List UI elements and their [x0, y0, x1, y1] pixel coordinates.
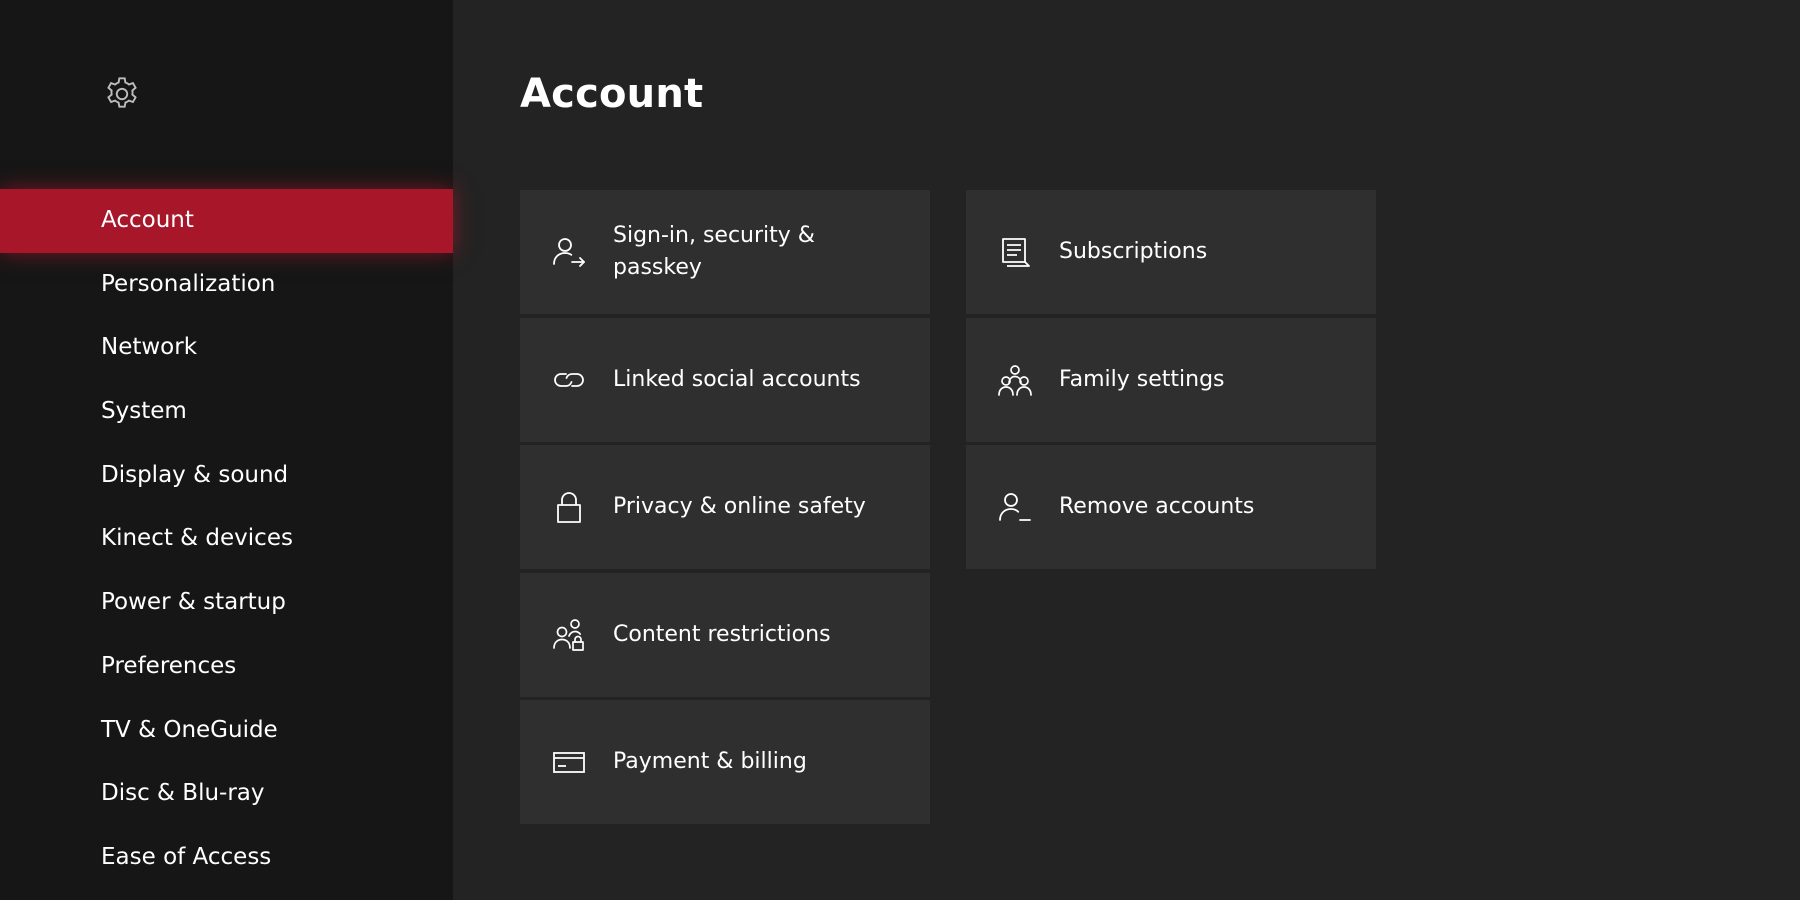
sidebar-item-preferences[interactable]: Preferences	[0, 635, 453, 699]
sidebar-item-label: Ease of Access	[101, 843, 272, 870]
sidebar-item-label: Network	[101, 334, 198, 361]
tile-label: Content restrictions	[613, 621, 831, 647]
link-icon	[550, 361, 588, 399]
gear-icon	[107, 77, 137, 108]
sidebar-item-system[interactable]: System	[0, 380, 453, 444]
lock-icon	[550, 488, 588, 526]
sign-in-security-tile[interactable]: Sign-in, security & passkey	[520, 190, 930, 314]
tile-label: Family settings	[1059, 366, 1225, 392]
sidebar-item-account[interactable]: Account	[0, 189, 453, 253]
privacy-online-safety-tile[interactable]: Privacy & online safety	[520, 445, 930, 569]
tile-label: Linked social accounts	[613, 366, 861, 392]
family-icon	[996, 361, 1034, 399]
linked-social-accounts-tile[interactable]: Linked social accounts	[520, 317, 930, 442]
family-settings-tile[interactable]: Family settings	[966, 317, 1376, 442]
tile-label: Payment & billing	[613, 749, 807, 774]
payment-billing-tile[interactable]: Payment & billing	[520, 700, 930, 824]
sidebar-item-disc-bluray[interactable]: Disc & Blu-ray	[0, 762, 453, 826]
sidebar-item-power-startup[interactable]: Power & startup	[0, 571, 453, 635]
subscription-list-icon	[996, 233, 1034, 271]
subscriptions-tile[interactable]: Subscriptions	[966, 190, 1376, 314]
sidebar-item-label: Power & startup	[101, 589, 286, 616]
sidebar-item-personalization[interactable]: Personalization	[0, 253, 453, 317]
tile-label: Sign-in, security & passkey	[613, 223, 815, 280]
sidebar-item-ease-of-access[interactable]: Ease of Access	[0, 826, 453, 890]
sidebar-item-label: Preferences	[101, 652, 237, 679]
sidebar-item-label: Account	[101, 207, 194, 233]
sidebar-item-network[interactable]: Network	[0, 316, 453, 380]
tile-label: Subscriptions	[1059, 239, 1208, 264]
person-remove-icon	[996, 488, 1034, 526]
sidebar-item-label: System	[101, 398, 187, 425]
sidebar-nav: Account Personalization Network System D…	[0, 189, 453, 890]
person-arrow-icon	[550, 233, 588, 271]
tile-label: Privacy & online safety	[613, 494, 866, 519]
tile-column-left: Sign-in, security & passkey Linked socia…	[520, 190, 930, 828]
people-lock-icon	[550, 616, 588, 654]
sidebar-item-label: Disc & Blu-ray	[101, 780, 265, 807]
page-title: Account	[520, 71, 704, 117]
sidebar-item-kinect-devices[interactable]: Kinect & devices	[0, 507, 453, 571]
credit-card-icon	[550, 743, 588, 781]
sidebar-item-label: TV & OneGuide	[101, 716, 278, 743]
settings-screen: Account Personalization Network System D…	[0, 0, 1800, 900]
tile-column-right: Subscriptions Family settings Remove acc…	[966, 190, 1376, 573]
sidebar-item-label: Kinect & devices	[101, 525, 293, 552]
sidebar-item-tv-oneguide[interactable]: TV & OneGuide	[0, 699, 453, 763]
sidebar-item-label: Personalization	[101, 270, 276, 297]
sidebar-item-display-sound[interactable]: Display & sound	[0, 444, 453, 508]
sidebar: Account Personalization Network System D…	[0, 0, 453, 900]
tile-label: Remove accounts	[1059, 494, 1255, 519]
remove-accounts-tile[interactable]: Remove accounts	[966, 445, 1376, 569]
content-restrictions-tile[interactable]: Content restrictions	[520, 572, 930, 697]
sidebar-item-label: Display & sound	[101, 461, 289, 488]
